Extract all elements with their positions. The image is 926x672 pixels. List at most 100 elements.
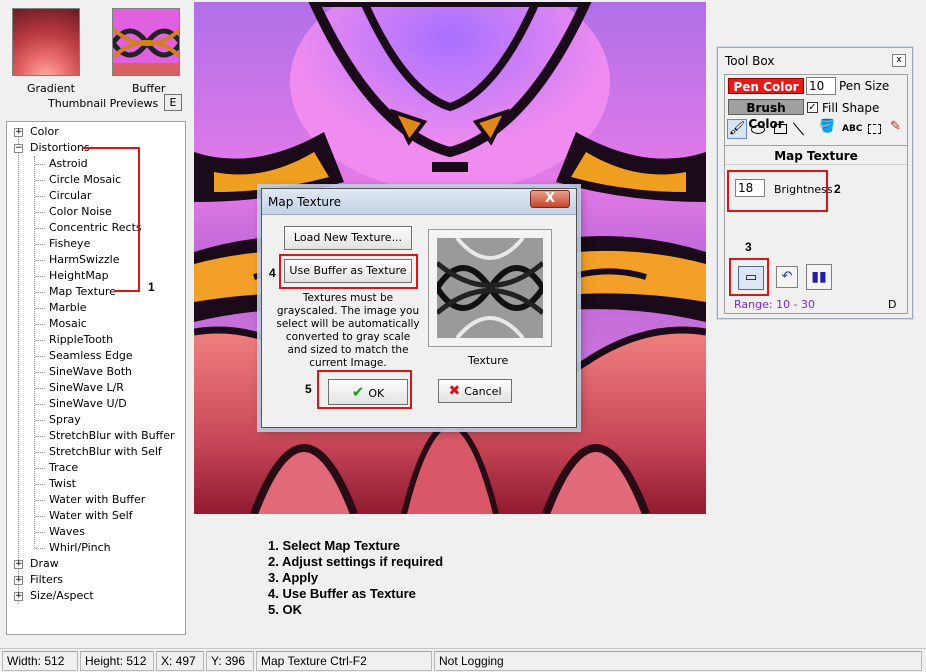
status-height: Height: 512 (80, 651, 154, 671)
rectangle-icon[interactable] (774, 124, 787, 134)
instruction-line: 2. Adjust settings if required (268, 554, 444, 569)
tree-connector (35, 516, 45, 517)
tree-item-draw[interactable]: Draw (30, 556, 59, 572)
annotation-line (82, 147, 140, 149)
selection-icon[interactable] (868, 124, 881, 134)
tree-item-heightmap[interactable]: HeightMap (49, 268, 109, 284)
tree-item-waves[interactable]: Waves (49, 524, 85, 540)
left-panel: Gradient Buffer Thumbnail Previews E + C… (0, 0, 192, 646)
tree-item-stretchblur-with-buffer[interactable]: StretchBlur with Buffer (49, 428, 175, 444)
status-filter: Map Texture Ctrl-F2 (256, 651, 432, 671)
tree-connector (35, 532, 45, 533)
gradient-label: Gradient (27, 82, 75, 95)
expand-icon[interactable]: + (14, 128, 23, 137)
annotation-number: 3 (745, 240, 752, 254)
tree-item-water-with-buffer[interactable]: Water with Buffer (49, 492, 145, 508)
tree-connector (35, 372, 45, 373)
brush-icon[interactable]: 🖌 (727, 119, 747, 139)
expand-icon[interactable]: + (14, 560, 23, 569)
annotation-number: 2 (834, 182, 841, 196)
status-x: X: 497 (156, 651, 204, 671)
tree-item-distortions[interactable]: Distortions (30, 140, 90, 156)
tree-connector (35, 276, 45, 277)
filter-tree[interactable]: + Color − Distortions + Draw + Filters +… (6, 121, 186, 635)
tree-connector (35, 180, 45, 181)
pen-size-input[interactable]: 10 (806, 77, 836, 95)
undo-icon[interactable]: ↶ (776, 266, 798, 288)
tree-connector (35, 548, 45, 549)
tree-connector (35, 260, 45, 261)
instruction-line: 4. Use Buffer as Texture (268, 586, 416, 601)
annotation-number: 5 (305, 382, 312, 396)
buffer-thumbnail[interactable] (112, 8, 180, 76)
range-label: Range: 10 - 30 (734, 298, 816, 311)
tree-item-whirl-pinch[interactable]: Whirl/Pinch (49, 540, 111, 556)
expand-icon[interactable]: + (14, 592, 23, 601)
tree-connector (35, 212, 45, 213)
tree-item-sinewave-l-r[interactable]: SineWave L/R (49, 380, 124, 396)
close-icon[interactable]: x (892, 54, 906, 67)
tree-item-rippletooth[interactable]: RippleTooth (49, 332, 113, 348)
tree-connector (35, 356, 45, 357)
colors-icon[interactable]: ▮▮ (806, 264, 832, 290)
tree-connector (35, 244, 45, 245)
tree-item-sinewave-u-d[interactable]: SineWave U/D (49, 396, 127, 412)
tree-item-color-noise[interactable]: Color Noise (49, 204, 112, 220)
annotation-box (317, 370, 412, 409)
expand-icon[interactable]: + (14, 576, 23, 585)
cancel-button[interactable]: ✖ Cancel (438, 379, 512, 403)
edit-thumbnail-button[interactable]: E (164, 94, 182, 111)
tree-item-fisheye[interactable]: Fisheye (49, 236, 90, 252)
line-icon[interactable] (792, 122, 805, 136)
tree-item-trace[interactable]: Trace (49, 460, 78, 476)
tree-item-concentric-rects[interactable]: Concentric Rects (49, 220, 142, 236)
tree-item-astroid[interactable]: Astroid (49, 156, 88, 172)
tree-connector (35, 388, 45, 389)
tree-connector (35, 500, 45, 501)
instructions-list: 1. Select Map Texture 2. Adjust settings … (268, 538, 443, 618)
gradient-thumbnail[interactable] (12, 8, 80, 76)
tree-item-sinewave-both[interactable]: SineWave Both (49, 364, 132, 380)
tree-item-size-aspect[interactable]: Size/Aspect (30, 588, 94, 604)
status-bar: Width: 512 Height: 512 X: 497 Y: 396 Map… (0, 648, 926, 672)
pen-color-button[interactable]: Pen Color (728, 78, 804, 94)
ellipse-icon[interactable] (751, 125, 765, 134)
tree-connector (35, 436, 45, 437)
tree-item-spray[interactable]: Spray (49, 412, 81, 428)
dialog-titlebar[interactable]: Map Texture X (262, 189, 576, 215)
text-tool-icon[interactable]: ABC (842, 124, 862, 134)
load-texture-button[interactable]: Load New Texture... (284, 226, 412, 250)
tree-connector (35, 308, 45, 309)
tree-connector (35, 420, 45, 421)
tree-connector (35, 324, 45, 325)
annotation-line (138, 147, 140, 292)
tree-item-filters[interactable]: Filters (30, 572, 63, 588)
fill-bucket-icon[interactable]: 🪣 (819, 119, 835, 134)
tree-item-map-texture[interactable]: Map Texture (49, 284, 116, 300)
tree-item-harmswizzle[interactable]: HarmSwizzle (49, 252, 119, 268)
tree-item-mosaic[interactable]: Mosaic (49, 316, 87, 332)
tree-connector (35, 196, 45, 197)
tree-item-circular[interactable]: Circular (49, 188, 91, 204)
tree-item-water-with-self[interactable]: Water with Self (49, 508, 133, 524)
toolbox-title: Tool Box (725, 54, 775, 68)
instruction-line: 1. Select Map Texture (268, 538, 400, 553)
annotation-box (729, 258, 769, 296)
mode-label: D (888, 298, 897, 311)
close-button[interactable]: X (530, 190, 570, 208)
annotation-number: 1 (148, 280, 155, 294)
tree-item-twist[interactable]: Twist (49, 476, 76, 492)
tree-connector (35, 164, 45, 165)
tree-item-marble[interactable]: Marble (49, 300, 87, 316)
brush-color-button[interactable]: Brush Color (728, 99, 804, 131)
eyedropper-icon[interactable]: ✎ (890, 119, 901, 134)
tree-item-circle-mosaic[interactable]: Circle Mosaic (49, 172, 121, 188)
tree-item-seamless-edge[interactable]: Seamless Edge (49, 348, 133, 364)
tree-item-color[interactable]: Color (30, 124, 59, 140)
grayscale-note: Textures must be grayscaled. The image y… (276, 292, 420, 369)
status-y: Y: 396 (206, 651, 254, 671)
thumbnail-caption: Thumbnail Previews (48, 97, 159, 110)
tree-item-stretchblur-with-self[interactable]: StretchBlur with Self (49, 444, 162, 460)
collapse-icon[interactable]: − (14, 144, 23, 153)
fill-shape-checkbox[interactable]: ✓ (807, 102, 818, 113)
